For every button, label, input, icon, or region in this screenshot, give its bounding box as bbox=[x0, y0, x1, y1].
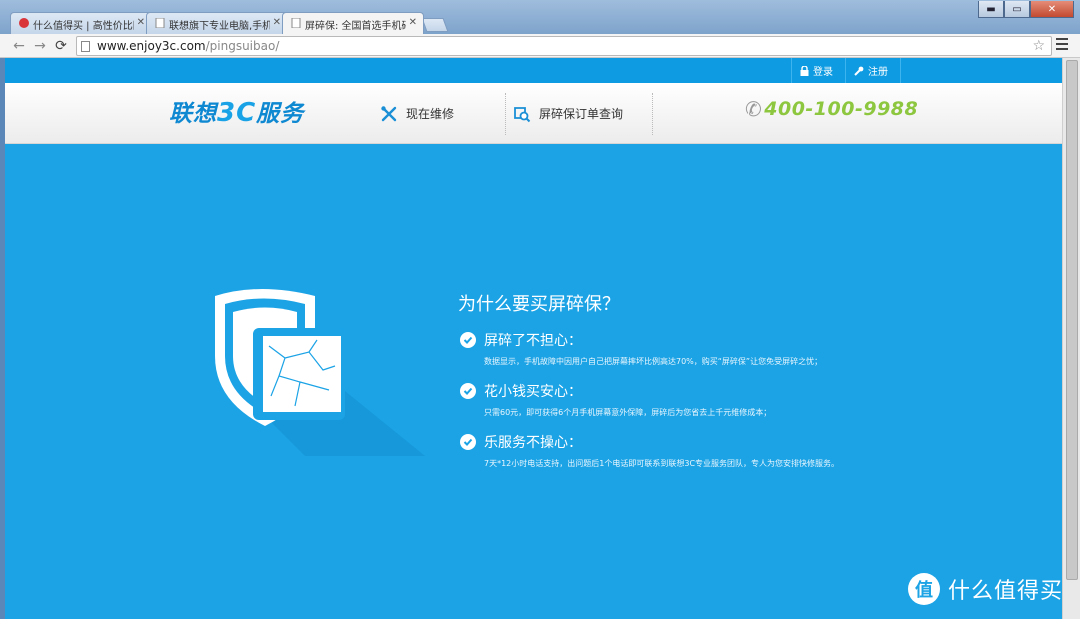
hotline-number: 400-100-9988 bbox=[764, 98, 919, 120]
browser-tab-pingsuibao[interactable]: 屏碎保: 全国首选手机碎屏险 ✕ bbox=[282, 12, 424, 34]
tab-title: 什么值得买 | 高性价比网购 bbox=[33, 21, 134, 32]
feature-desc: 数据显示，手机故障中因用户自己把屏幕摔坏比例高达70%，购买“屏碎保”让您免受屏… bbox=[484, 357, 823, 366]
nav-order-query[interactable]: 屏碎保订单查询 bbox=[513, 83, 623, 144]
tab-title: 屏碎保: 全国首选手机碎屏险 bbox=[305, 21, 406, 32]
close-window-button[interactable]: ✕ bbox=[1030, 1, 1074, 18]
tab-title: 联想旗下专业电脑,手机,平板 bbox=[169, 21, 270, 32]
nav-label: 现在维修 bbox=[406, 107, 455, 121]
scrollbar-thumb[interactable] bbox=[1066, 60, 1078, 580]
feature-item: 花小钱买安心： 只需60元，即可获得6个月手机屏幕意外保障，屏碎后为您省去上千元… bbox=[460, 381, 771, 418]
lock-icon bbox=[800, 65, 809, 76]
tab-close-icon[interactable]: ✕ bbox=[409, 17, 417, 28]
logo-text-c: 服务 bbox=[256, 101, 305, 127]
feature-title: 花小钱买安心： bbox=[484, 384, 582, 400]
lenovo-3c-logo[interactable]: 联想3C服务 bbox=[169, 94, 304, 128]
new-tab-button[interactable] bbox=[421, 18, 449, 32]
back-arrow-icon[interactable]: ← bbox=[10, 37, 28, 55]
register-link[interactable]: 注册 bbox=[845, 58, 901, 83]
smzdm-watermark: 值 什么值得买 bbox=[908, 573, 1063, 605]
site-header: 联想3C服务 现在维修 屏碎保订单查询 ✆ 400-100-9988 bbox=[5, 83, 1062, 144]
service-hotline: ✆ 400-100-9988 bbox=[745, 97, 918, 121]
maximize-button[interactable]: ▭ bbox=[1004, 1, 1030, 18]
login-link[interactable]: 登录 bbox=[791, 58, 845, 83]
page-favicon-icon bbox=[155, 18, 165, 28]
bookmark-star-icon[interactable]: ☆ bbox=[1032, 38, 1045, 54]
feature-item: 屏碎了不担心： 数据显示，手机故障中因用户自己把屏幕摔坏比例高达70%，购买“屏… bbox=[460, 330, 822, 367]
checkmark-icon bbox=[460, 383, 476, 399]
feature-desc: 7天*12小时电话支持，出问题后1个电话即可联系到联想3C专业服务团队，专人为您… bbox=[484, 459, 840, 468]
feature-title: 屏碎了不担心： bbox=[484, 333, 582, 349]
logo-text-b: 3C bbox=[217, 98, 257, 128]
page-favicon-icon bbox=[291, 18, 301, 28]
address-bar[interactable]: www.enjoy3c.com/pingsuibao/ ☆ bbox=[76, 36, 1052, 56]
nav-divider bbox=[505, 93, 506, 135]
url-path: /pingsuibao/ bbox=[205, 39, 280, 53]
browser-menu-icon[interactable] bbox=[1056, 38, 1068, 52]
register-label: 注册 bbox=[868, 67, 888, 78]
page-icon bbox=[81, 41, 90, 52]
repair-tools-icon bbox=[381, 105, 397, 121]
browser-titlebar: 什么值得买 | 高性价比网购 ✕ 联想旗下专业电脑,手机,平板 ✕ 屏碎保: 全… bbox=[0, 0, 1080, 34]
watermark-text: 什么值得买 bbox=[948, 579, 1064, 604]
browser-tab-smzdm[interactable]: 什么值得买 | 高性价比网购 ✕ bbox=[10, 12, 152, 34]
shield-broken-screen-illustration bbox=[215, 289, 425, 456]
tab-close-icon[interactable]: ✕ bbox=[273, 17, 281, 28]
page-scrollbar[interactable] bbox=[1062, 58, 1080, 619]
checkmark-icon bbox=[460, 434, 476, 450]
browser-tab-lenovo[interactable]: 联想旗下专业电脑,手机,平板 ✕ bbox=[146, 12, 288, 34]
logo-text-a: 联想 bbox=[169, 101, 217, 127]
promo-title: 为什么要买屏碎保？ bbox=[458, 294, 620, 315]
top-account-bar: 登录 注册 bbox=[5, 58, 1062, 83]
reload-icon[interactable]: ⟳ bbox=[52, 37, 70, 55]
minimize-button[interactable]: ▬ bbox=[978, 1, 1004, 18]
page-viewport: 登录 注册 联想3C服务 现在维修 屏碎保订单查询 ✆ 400-100-9988… bbox=[5, 58, 1062, 619]
wrench-icon bbox=[854, 66, 864, 76]
nav-repair-now[interactable]: 现在维修 bbox=[380, 83, 454, 144]
smzdm-favicon-icon bbox=[19, 18, 29, 28]
window-controls: ▬ ▭ ✕ bbox=[978, 1, 1074, 18]
smzdm-logo-icon: 值 bbox=[908, 573, 940, 605]
checkmark-icon bbox=[460, 332, 476, 348]
tab-close-icon[interactable]: ✕ bbox=[137, 17, 145, 28]
feature-desc: 只需60元，即可获得6个月手机屏幕意外保障，屏碎后为您省去上千元维修成本； bbox=[484, 408, 772, 417]
forward-arrow-icon[interactable]: → bbox=[31, 37, 49, 55]
nav-divider bbox=[652, 93, 653, 135]
feature-title: 乐服务不操心： bbox=[484, 435, 582, 451]
nav-label: 屏碎保订单查询 bbox=[539, 107, 624, 121]
browser-toolbar: ← → ⟳ www.enjoy3c.com/pingsuibao/ ☆ bbox=[0, 34, 1080, 58]
login-label: 登录 bbox=[813, 67, 833, 78]
phone-icon: ✆ bbox=[745, 97, 763, 121]
feature-item: 乐服务不操心： 7天*12小时电话支持，出问题后1个电话即可联系到联想3C专业服… bbox=[460, 432, 839, 469]
url-host: www.enjoy3c.com bbox=[97, 39, 206, 53]
order-search-icon bbox=[514, 106, 531, 122]
tab-strip: 什么值得买 | 高性价比网购 ✕ 联想旗下专业电脑,手机,平板 ✕ 屏碎保: 全… bbox=[10, 12, 449, 34]
